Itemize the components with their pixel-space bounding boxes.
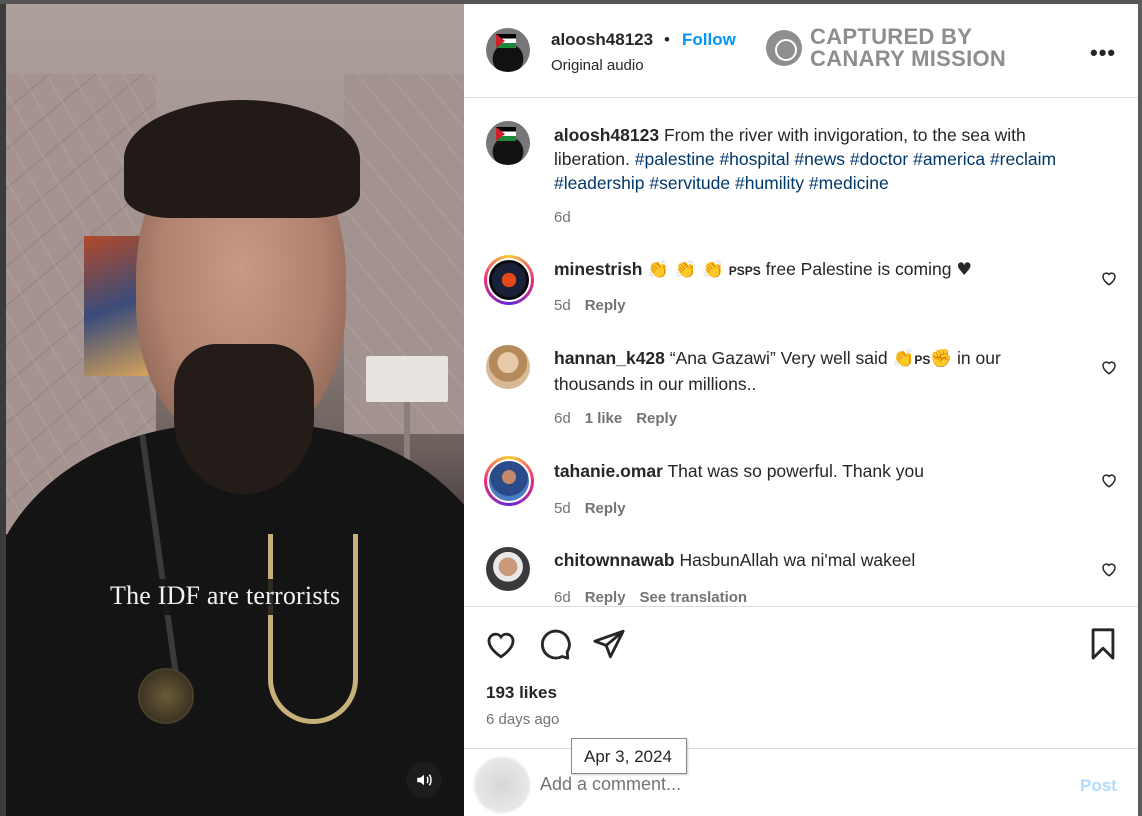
comment-username[interactable]: chitownnawab bbox=[554, 550, 675, 570]
post-caption: aloosh48123 From the river with invigora… bbox=[554, 123, 1074, 195]
person-beard bbox=[174, 344, 314, 494]
likes-count[interactable]: 1 like bbox=[585, 410, 623, 427]
see-translation-link[interactable]: See translation bbox=[640, 589, 748, 606]
comment-age: 5d bbox=[554, 297, 571, 314]
comments-feed[interactable]: aloosh48123 From the river with invigora… bbox=[464, 99, 1138, 606]
watermark-line2: CANARY MISSION bbox=[810, 46, 1007, 71]
heart-emoji: ♥ bbox=[956, 260, 973, 280]
flag-icon bbox=[496, 34, 516, 48]
comment-username[interactable]: hannan_k428 bbox=[554, 348, 665, 368]
lamp-stand bbox=[404, 402, 410, 462]
post-time[interactable]: 6 days ago bbox=[486, 711, 559, 728]
comment-body: HasbunAllah wa ni'mal wakeel bbox=[679, 550, 916, 570]
hashtag-link[interactable]: #doctor bbox=[850, 149, 908, 169]
reply-button[interactable]: Reply bbox=[585, 589, 626, 606]
follow-button[interactable]: Follow bbox=[682, 30, 736, 50]
comment-4: chitownnawab HasbunAllah wa ni'mal wakee… bbox=[554, 548, 1054, 572]
comment-username[interactable]: tahanie.omar bbox=[554, 461, 663, 481]
comment-age: 6d bbox=[554, 589, 571, 606]
reply-button[interactable]: Reply bbox=[585, 500, 626, 517]
like-comment-heart-icon[interactable] bbox=[1100, 471, 1118, 489]
canary-logo-icon bbox=[766, 30, 802, 66]
hashtag-link[interactable]: #america bbox=[913, 149, 985, 169]
reply-button[interactable]: Reply bbox=[636, 410, 677, 427]
comment-body: That was so powerful. Thank you bbox=[667, 461, 924, 481]
comment-meta: 6d 1 like Reply bbox=[554, 410, 677, 427]
comment-age: 5d bbox=[554, 500, 571, 517]
bookmark-icon[interactable] bbox=[1086, 627, 1120, 661]
stethoscope bbox=[268, 534, 358, 724]
like-heart-icon[interactable] bbox=[484, 627, 518, 661]
stethoscope-head bbox=[138, 668, 194, 724]
more-options-icon[interactable]: ••• bbox=[1090, 40, 1116, 66]
comment-avatar[interactable] bbox=[486, 345, 530, 389]
comment-meta: 6d Reply See translation bbox=[554, 589, 747, 606]
caption-age: 6d bbox=[554, 209, 571, 226]
hashtag-link[interactable]: #news bbox=[794, 149, 845, 169]
comment-composer: Post bbox=[464, 748, 1138, 816]
separator-dot: • bbox=[664, 30, 670, 49]
comment-1: minestrish 👏 👏 👏 PSPS free Palestine is … bbox=[554, 257, 1054, 283]
reel-video[interactable]: The IDF are terrorists bbox=[6, 4, 464, 816]
comment-meta: 5d Reply bbox=[554, 297, 626, 314]
post-header: aloosh48123 • Follow Original audio CAPT… bbox=[464, 4, 1138, 98]
like-comment-heart-icon[interactable] bbox=[1100, 358, 1118, 376]
post-panel: aloosh48123 • Follow Original audio CAPT… bbox=[464, 4, 1138, 816]
fist-emoji: ✊ bbox=[930, 349, 953, 369]
comment-body: “Ana Gazawi” Very well said bbox=[669, 348, 888, 368]
hashtag-link[interactable]: #reclaim bbox=[990, 149, 1056, 169]
watermark: CAPTURED BY CANARY MISSION bbox=[766, 26, 1006, 70]
hashtag-link[interactable]: #humility bbox=[735, 173, 804, 193]
like-comment-heart-icon[interactable] bbox=[1100, 269, 1118, 287]
speaker-icon bbox=[417, 774, 432, 786]
reply-button[interactable]: Reply bbox=[585, 297, 626, 314]
comment-avatar[interactable] bbox=[486, 547, 530, 591]
action-bar: 193 likes 6 days ago bbox=[464, 606, 1138, 748]
author-avatar[interactable] bbox=[486, 28, 530, 72]
person-hair bbox=[124, 100, 360, 218]
hashtag-link[interactable]: #medicine bbox=[809, 173, 889, 193]
comment-age: 6d bbox=[554, 410, 571, 427]
caption-username[interactable]: aloosh48123 bbox=[554, 125, 659, 145]
audio-link[interactable]: Original audio bbox=[551, 57, 644, 74]
hashtag-link[interactable]: #servitude bbox=[649, 173, 730, 193]
caption-avatar[interactable] bbox=[486, 121, 530, 165]
current-user-avatar bbox=[474, 757, 530, 813]
comment-avatar[interactable] bbox=[484, 456, 534, 506]
mute-button[interactable] bbox=[406, 762, 442, 798]
hashtag-link[interactable]: #hospital bbox=[719, 149, 789, 169]
comment-body: free Palestine is coming bbox=[765, 259, 952, 279]
comment-input[interactable] bbox=[540, 774, 1000, 795]
ps-emoji: PS bbox=[914, 353, 931, 367]
comment-avatar[interactable] bbox=[484, 255, 534, 305]
watermark-line1: CAPTURED BY bbox=[810, 24, 973, 49]
date-tooltip: Apr 3, 2024 bbox=[571, 738, 687, 774]
clap-emoji: 👏 bbox=[892, 349, 915, 369]
comment-meta: 5d Reply bbox=[554, 500, 626, 517]
post-button[interactable]: Post bbox=[1080, 776, 1117, 796]
comment-3: tahanie.omar That was so powerful. Thank… bbox=[554, 459, 1054, 483]
comment-username[interactable]: minestrish bbox=[554, 259, 643, 279]
hashtag-link[interactable]: #palestine bbox=[635, 149, 715, 169]
backdrop-edge bbox=[1138, 0, 1142, 816]
psps-emoji: PSPS bbox=[728, 264, 761, 278]
lamp-shade bbox=[366, 356, 448, 402]
author-username[interactable]: aloosh48123 bbox=[551, 30, 653, 50]
likes-count[interactable]: 193 likes bbox=[486, 683, 557, 703]
share-paper-plane-icon[interactable] bbox=[592, 627, 626, 661]
comment-bubble-icon[interactable] bbox=[538, 627, 572, 661]
clap-emoji: 👏 👏 👏 bbox=[647, 260, 724, 280]
hashtag-list: #palestine #hospital #news #doctor #amer… bbox=[554, 149, 1056, 193]
video-caption: The IDF are terrorists bbox=[100, 579, 351, 615]
comment-2: hannan_k428 “Ana Gazawi” Very well said … bbox=[554, 346, 1054, 396]
hashtag-link[interactable]: #leadership bbox=[554, 173, 644, 193]
like-comment-heart-icon[interactable] bbox=[1100, 560, 1118, 578]
flag-icon bbox=[496, 127, 516, 141]
